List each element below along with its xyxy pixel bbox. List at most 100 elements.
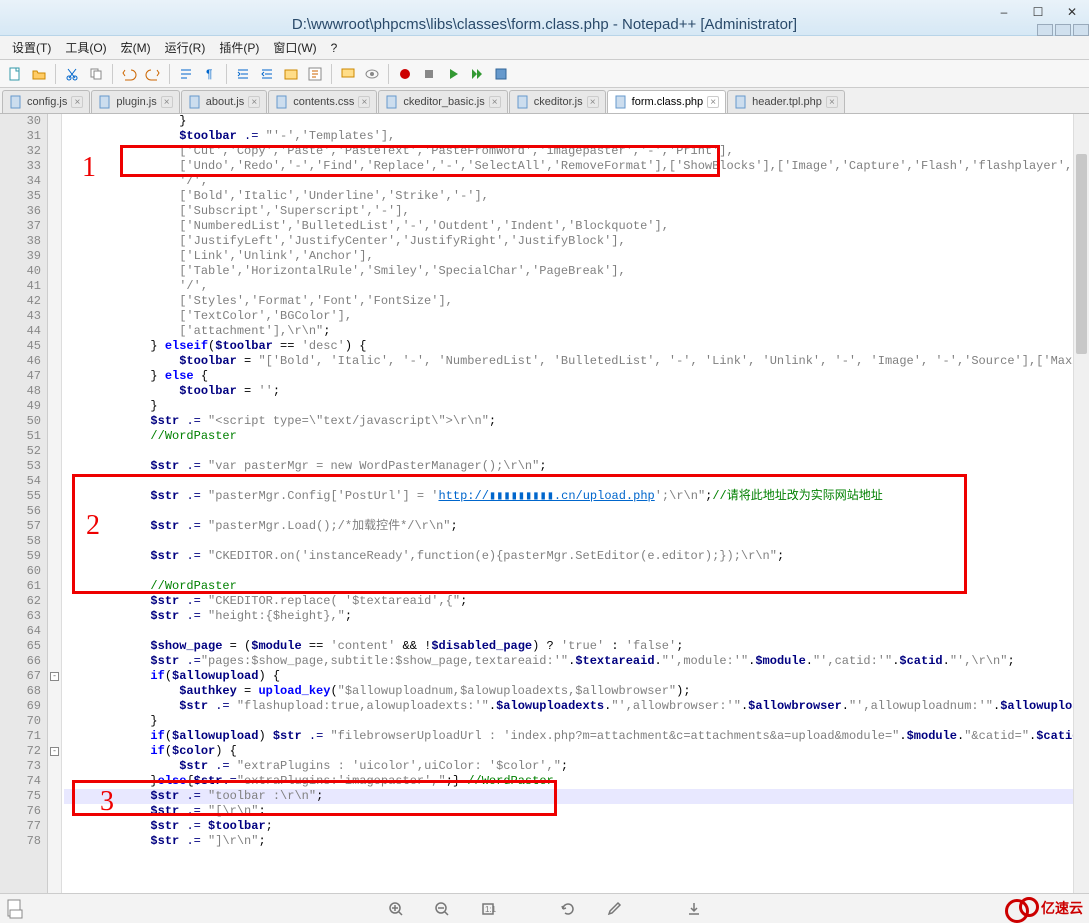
code-line[interactable]: if($allowupload) $str .= "filebrowserUpl… <box>64 729 1089 744</box>
fold-margin[interactable]: -- <box>48 114 62 906</box>
code-line[interactable] <box>64 534 1089 549</box>
tab-close-icon[interactable]: × <box>826 96 838 108</box>
outdent-icon[interactable] <box>256 63 278 85</box>
code-line[interactable]: ['Cut','Copy','Paste','PasteText','Paste… <box>64 144 1089 159</box>
code-line[interactable]: $str .= "height:{$height},"; <box>64 609 1089 624</box>
copy-icon[interactable] <box>85 63 107 85</box>
code-line[interactable]: $str .= "toolbar :\r\n"; <box>64 789 1089 804</box>
code-line[interactable]: $str .="pages:$show_page,subtitle:$show_… <box>64 654 1089 669</box>
menu-window[interactable]: 窗口(W) <box>267 37 322 58</box>
cut-icon[interactable] <box>61 63 83 85</box>
code-line[interactable]: '/', <box>64 279 1089 294</box>
zoom-out-icon[interactable] <box>431 898 453 920</box>
code-line[interactable]: } elseif($toolbar == 'desc') { <box>64 339 1089 354</box>
code-line[interactable]: '/', <box>64 174 1089 189</box>
code-line[interactable]: ['JustifyLeft','JustifyCenter','JustifyR… <box>64 234 1089 249</box>
tab-close-icon[interactable]: × <box>489 96 501 108</box>
code-line[interactable] <box>64 564 1089 579</box>
tab-close-icon[interactable]: × <box>358 96 370 108</box>
fold-marker[interactable]: - <box>50 672 59 681</box>
folder-icon[interactable] <box>28 63 50 85</box>
code-line[interactable]: ['Table','HorizontalRule','Smiley','Spec… <box>64 264 1089 279</box>
maximize-button[interactable]: ☐ <box>1021 0 1055 24</box>
tab-ckeditor-js[interactable]: ckeditor.js× <box>509 90 606 113</box>
code-line[interactable]: //WordPaster <box>64 429 1089 444</box>
titlebar-icon-2[interactable] <box>1055 24 1071 36</box>
titlebar-icon-1[interactable] <box>1037 24 1053 36</box>
redo-icon[interactable] <box>142 63 164 85</box>
edit-icon[interactable] <box>603 898 625 920</box>
code-line[interactable] <box>64 624 1089 639</box>
code-line[interactable]: $toolbar = ''; <box>64 384 1089 399</box>
code-line[interactable]: } else { <box>64 369 1089 384</box>
tab-close-icon[interactable]: × <box>161 96 173 108</box>
code-line[interactable]: ['TextColor','BGColor'], <box>64 309 1089 324</box>
code-line[interactable]: $authkey = upload_key("$allowuploadnum,$… <box>64 684 1089 699</box>
code-line[interactable]: $toolbar = "['Bold', 'Italic', '-', 'Num… <box>64 354 1089 369</box>
code-line[interactable]: } <box>64 114 1089 129</box>
indent-icon[interactable] <box>232 63 254 85</box>
tab-close-icon[interactable]: × <box>707 96 719 108</box>
tab-close-icon[interactable]: × <box>248 96 260 108</box>
save-macro-icon[interactable] <box>490 63 512 85</box>
code-area[interactable]: } $toolbar .= "'-','Templates'], ['Cut',… <box>62 114 1089 906</box>
code-line[interactable]: }else{$str.="extraPlugins:'imagepaster',… <box>64 774 1089 789</box>
code-line[interactable]: ['Undo','Redo','-','Find','Replace','-',… <box>64 159 1089 174</box>
code-line[interactable]: $str .= "var pasterMgr = new WordPasterM… <box>64 459 1089 474</box>
vertical-scrollbar[interactable] <box>1073 114 1089 906</box>
tab-plugin-js[interactable]: plugin.js× <box>91 90 179 113</box>
tab-ckeditor_basic-js[interactable]: ckeditor_basic.js× <box>378 90 507 113</box>
eye-icon[interactable] <box>361 63 383 85</box>
tab-close-icon[interactable]: × <box>71 96 83 108</box>
code-line[interactable] <box>64 474 1089 489</box>
wordwrap-icon[interactable] <box>175 63 197 85</box>
editor[interactable]: 3031323334353637383940414243444546474849… <box>0 114 1089 906</box>
code-line[interactable]: if($color) { <box>64 744 1089 759</box>
code-line[interactable]: $str .= $toolbar; <box>64 819 1089 834</box>
tab-about-js[interactable]: about.js× <box>181 90 268 113</box>
code-line[interactable]: } <box>64 714 1089 729</box>
menu-macro[interactable]: 宏(M) <box>115 37 157 58</box>
menu-tools[interactable]: 工具(O) <box>59 37 112 58</box>
code-line[interactable]: $str .= "flashupload:true,alowuploadexts… <box>64 699 1089 714</box>
code-line[interactable]: $toolbar .= "'-','Templates'], <box>64 129 1089 144</box>
menu-settings[interactable]: 设置(T) <box>6 37 57 58</box>
code-line[interactable]: $str .= "]\r\n"; <box>64 834 1089 849</box>
code-line[interactable]: ['Bold','Italic','Underline','Strike','-… <box>64 189 1089 204</box>
code-line[interactable]: } <box>64 399 1089 414</box>
titlebar-icon-3[interactable] <box>1073 24 1089 36</box>
menu-plugins[interactable]: 插件(P) <box>213 37 265 58</box>
code-line[interactable]: //WordPaster <box>64 579 1089 594</box>
code-line[interactable]: ['NumberedList','BulletedList','-','Outd… <box>64 219 1089 234</box>
refresh-icon[interactable] <box>557 898 579 920</box>
tab-header-tpl-php[interactable]: header.tpl.php× <box>727 90 845 113</box>
stop-icon[interactable] <box>418 63 440 85</box>
tab-config-js[interactable]: config.js× <box>2 90 90 113</box>
comment-icon[interactable] <box>337 63 359 85</box>
close-button[interactable]: ✕ <box>1055 0 1089 24</box>
code-line[interactable] <box>64 444 1089 459</box>
undo-icon[interactable] <box>118 63 140 85</box>
play-icon[interactable] <box>442 63 464 85</box>
show-symbol-icon[interactable]: ¶ <box>199 63 221 85</box>
code-line[interactable]: $str .= "[\r\n"; <box>64 804 1089 819</box>
code-line[interactable]: $str .= "CKEDITOR.replace( '$textareaid'… <box>64 594 1089 609</box>
menu-help[interactable]: ? <box>325 39 344 57</box>
minimize-button[interactable]: – <box>987 0 1021 24</box>
tab-form-class-php[interactable]: form.class.php× <box>607 90 727 113</box>
code-line[interactable]: $str .= "extraPlugins : 'uicolor',uiColo… <box>64 759 1089 774</box>
download-icon[interactable] <box>683 898 705 920</box>
fast-forward-icon[interactable] <box>466 63 488 85</box>
scrollbar-thumb[interactable] <box>1076 154 1087 354</box>
zoom-in-icon[interactable] <box>385 898 407 920</box>
code-line[interactable]: $str .= "pasterMgr.Load();/*加载控件*/\r\n"; <box>64 519 1089 534</box>
code-line[interactable]: ['Styles','Format','Font','FontSize'], <box>64 294 1089 309</box>
tab-close-icon[interactable]: × <box>587 96 599 108</box>
zoom-reset-icon[interactable]: 1:1 <box>477 898 499 920</box>
code-line[interactable]: ['attachment'],\r\n"; <box>64 324 1089 339</box>
folder-view-icon[interactable] <box>280 63 302 85</box>
code-line[interactable]: ['Link','Unlink','Anchor'], <box>64 249 1089 264</box>
function-list-icon[interactable] <box>304 63 326 85</box>
code-line[interactable]: $str .= "<script type=\"text/javascript\… <box>64 414 1089 429</box>
code-line[interactable]: $str .= "pasterMgr.Config['PostUrl'] = '… <box>64 489 1089 504</box>
